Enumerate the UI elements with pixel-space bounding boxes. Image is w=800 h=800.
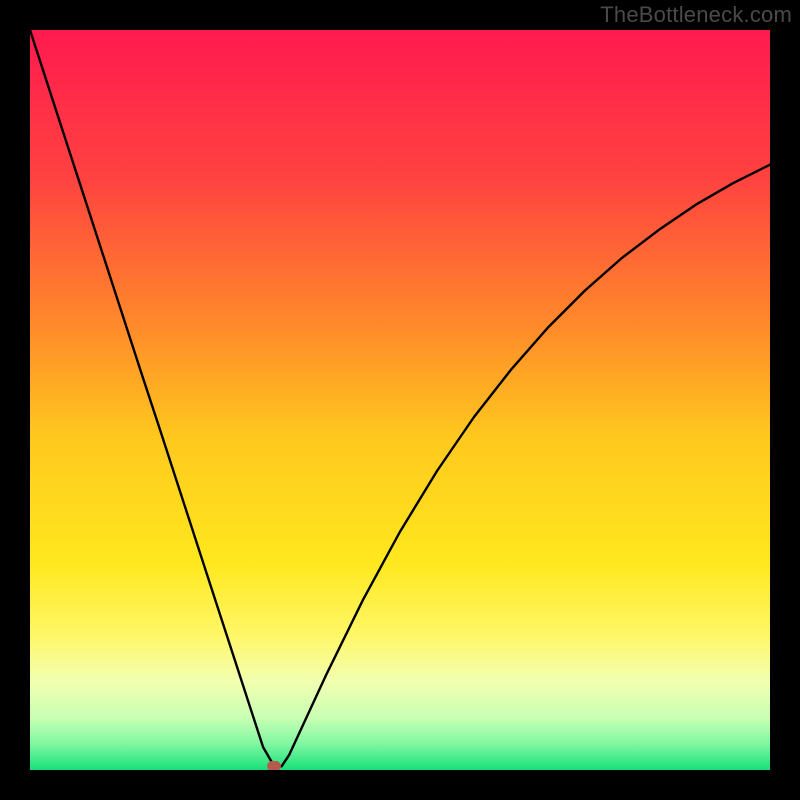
watermark-text: TheBottleneck.com <box>600 2 792 28</box>
optimal-point-marker <box>267 761 281 770</box>
plot-area <box>30 30 770 770</box>
bottleneck-curve <box>30 30 770 770</box>
chart-frame: TheBottleneck.com <box>0 0 800 800</box>
